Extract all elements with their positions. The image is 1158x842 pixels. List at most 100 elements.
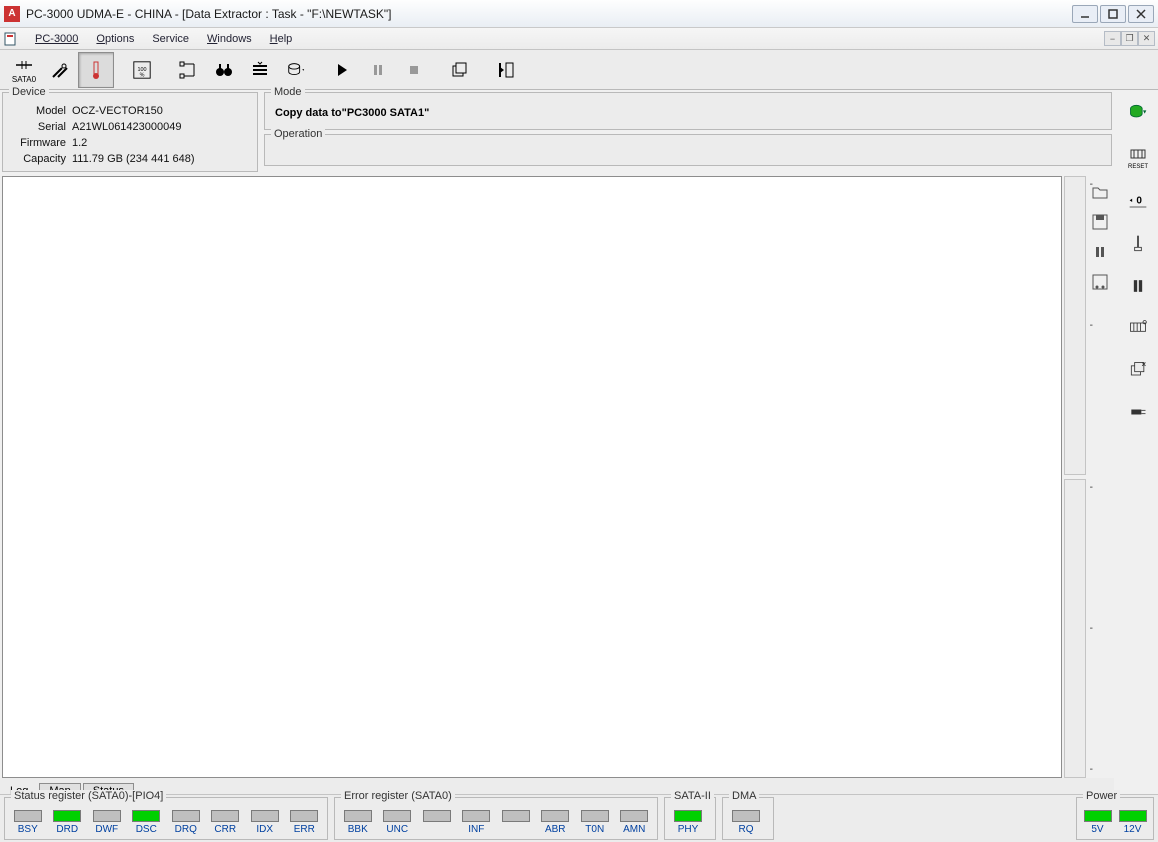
register-led-err: ERR	[288, 810, 322, 835]
register-led-blank	[420, 810, 454, 835]
register-led-unc: UNC	[381, 810, 415, 835]
register-led-dwf: DWF	[90, 810, 124, 835]
device-firmware: 1.2	[72, 135, 87, 151]
window-title: PC-3000 UDMA-E - CHINA - [Data Extractor…	[26, 7, 1070, 21]
svg-text:%: %	[140, 72, 145, 78]
pause-button[interactable]	[360, 52, 396, 88]
device-fieldset: Device ModelOCZ-VECTOR150 SerialA21WL061…	[2, 92, 258, 172]
led-indicator	[14, 810, 42, 822]
menu-pc3000[interactable]: PC-3000	[27, 31, 86, 47]
status-bar: Status register (SATA0)-[PIO4] BSYDRDDWF…	[0, 794, 1158, 842]
register-led-blank	[499, 810, 533, 835]
led-indicator	[344, 810, 372, 822]
minimap-column[interactable]: - - - - -	[1064, 176, 1086, 778]
thermometer-button[interactable]	[78, 52, 114, 88]
zero-step-icon[interactable]: 0	[1121, 186, 1155, 218]
device-serial: A21WL061423000049	[72, 119, 181, 135]
led-indicator	[1084, 810, 1112, 822]
register-led-12v: 12V	[1118, 810, 1147, 835]
register-led-bsy: BSY	[11, 810, 45, 835]
connector-icon[interactable]	[1121, 396, 1155, 428]
sata2-group: SATA-II PHY	[664, 797, 716, 840]
svg-text:100: 100	[137, 66, 146, 72]
drive-power-icon[interactable]	[1121, 96, 1155, 128]
tree-button[interactable]	[170, 52, 206, 88]
binocular-button[interactable]	[206, 52, 242, 88]
zoom-100-button[interactable]: 100%	[124, 52, 160, 88]
led-label: DRD	[56, 824, 78, 835]
led-indicator	[581, 810, 609, 822]
stop-button[interactable]	[396, 52, 432, 88]
reset-icon[interactable]: RESET	[1121, 138, 1155, 176]
copy-stack-button[interactable]	[442, 52, 478, 88]
menu-options[interactable]: Options	[88, 31, 142, 47]
status-register-legend: Status register (SATA0)-[PIO4]	[11, 790, 166, 802]
register-led-amn: AMN	[618, 810, 652, 835]
disk-dropdown-button[interactable]	[278, 52, 314, 88]
memory-map-icon[interactable]	[1121, 312, 1155, 344]
right-toolbar: RESET 0	[1120, 96, 1156, 428]
dma-group: DMA RQ	[722, 797, 774, 840]
device-capacity: 111.79 GB (234 441 648)	[72, 151, 195, 167]
play-button[interactable]	[324, 52, 360, 88]
register-led-bbk: BBK	[341, 810, 375, 835]
mode-text: Copy data to"PC3000 SATA1"	[273, 103, 1103, 123]
tools-button[interactable]	[42, 52, 78, 88]
mdi-close[interactable]: ✕	[1138, 31, 1155, 46]
register-led-idx: IDX	[248, 810, 282, 835]
led-label: 12V	[1124, 824, 1142, 835]
led-indicator	[732, 810, 760, 822]
led-indicator	[502, 810, 530, 822]
menu-service[interactable]: Service	[144, 31, 197, 47]
sata-label: SATA0	[12, 75, 36, 84]
led-label: T0N	[585, 824, 604, 835]
led-indicator	[620, 810, 648, 822]
pause-small-icon[interactable]	[1088, 240, 1112, 264]
exit-button[interactable]	[488, 52, 524, 88]
error-register-group: Error register (SATA0) BBKUNCINFABRT0NAM…	[334, 797, 658, 840]
led-label: DWF	[95, 824, 118, 835]
mode-fieldset: Mode Copy data to"PC3000 SATA1"	[264, 92, 1112, 130]
copy-x-icon[interactable]	[1121, 354, 1155, 386]
close-button[interactable]	[1128, 5, 1154, 23]
operation-fieldset: Operation	[264, 134, 1112, 166]
led-indicator	[172, 810, 200, 822]
power-legend: Power	[1083, 790, 1120, 802]
pause-bars-icon[interactable]	[1121, 270, 1155, 302]
mdi-restore[interactable]: ❐	[1121, 31, 1138, 46]
maximize-button[interactable]	[1100, 5, 1126, 23]
led-label: DSC	[136, 824, 157, 835]
save-cart-icon[interactable]	[1088, 270, 1112, 294]
sata2-legend: SATA-II	[671, 790, 714, 802]
error-register-legend: Error register (SATA0)	[341, 790, 455, 802]
led-label: RQ	[739, 824, 754, 835]
menu-windows[interactable]: Windows	[199, 31, 260, 47]
menu-help[interactable]: Help	[262, 31, 301, 47]
led-label: UNC	[386, 824, 408, 835]
svg-text:0: 0	[1136, 196, 1142, 207]
layers-button[interactable]	[242, 52, 278, 88]
register-led-rq: RQ	[729, 810, 763, 835]
led-label: BSY	[18, 824, 38, 835]
operation-legend: Operation	[271, 128, 325, 140]
led-indicator	[674, 810, 702, 822]
led-indicator	[132, 810, 160, 822]
dma-legend: DMA	[729, 790, 759, 802]
mode-legend: Mode	[271, 86, 305, 98]
sata-port-button[interactable]: SATA0	[6, 52, 42, 88]
side-tool-column	[1088, 176, 1112, 778]
minimize-button[interactable]	[1072, 5, 1098, 23]
led-indicator	[1119, 810, 1147, 822]
led-label: 5V	[1091, 824, 1103, 835]
save-icon[interactable]	[1088, 210, 1112, 234]
mdi-minimize[interactable]: −	[1104, 31, 1121, 46]
led-indicator	[423, 810, 451, 822]
led-label: CRR	[214, 824, 236, 835]
probe-icon[interactable]	[1121, 228, 1155, 260]
register-led-drd: DRD	[51, 810, 85, 835]
status-register-group: Status register (SATA0)-[PIO4] BSYDRDDWF…	[4, 797, 328, 840]
led-label: BBK	[348, 824, 368, 835]
led-label: AMN	[623, 824, 645, 835]
log-text-area[interactable]	[2, 176, 1062, 778]
led-label: IDX	[256, 824, 273, 835]
